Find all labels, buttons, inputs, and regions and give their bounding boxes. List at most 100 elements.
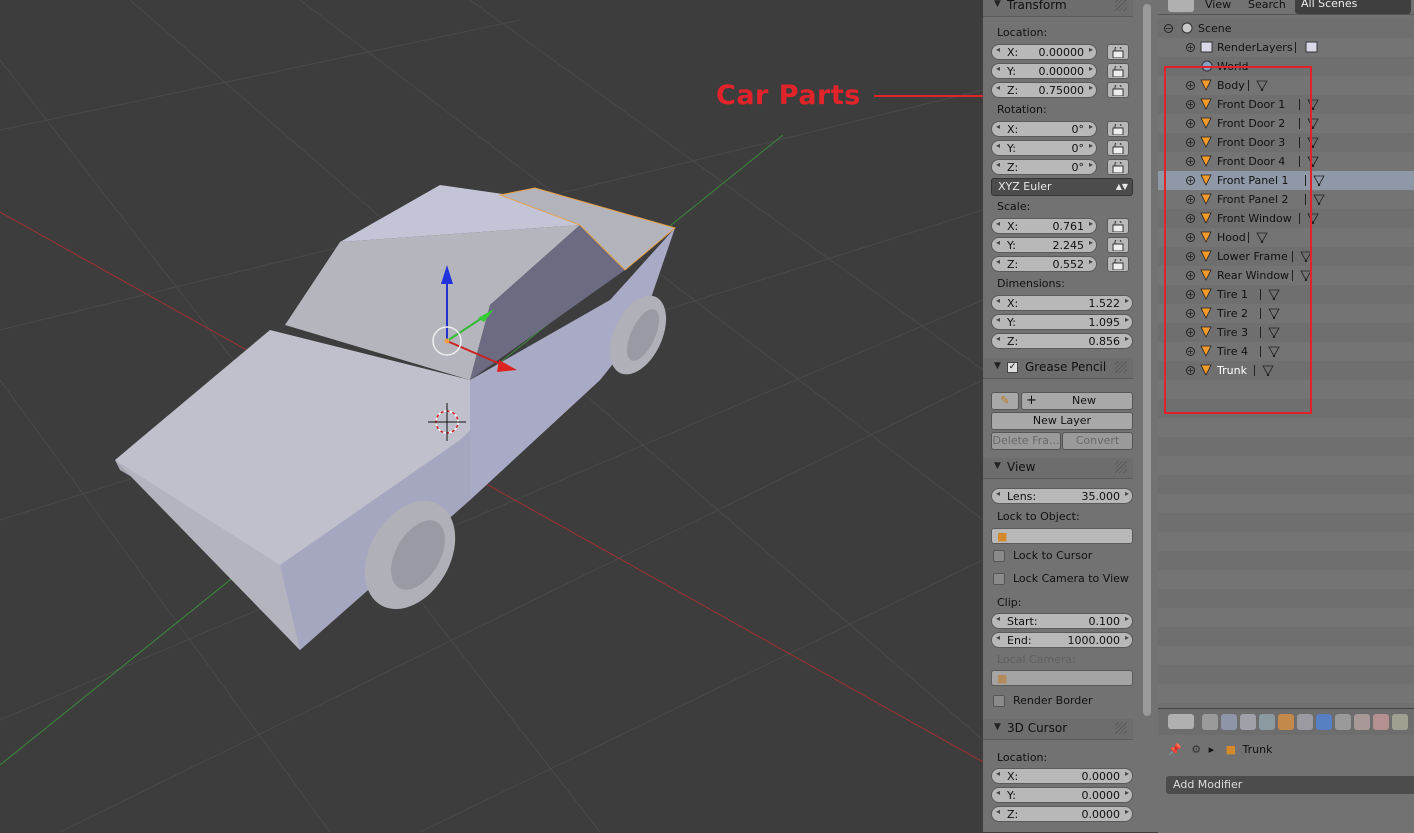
- editor-type-dropdown[interactable]: [1168, 714, 1194, 729]
- scrollbar-thumb[interactable]: [1143, 4, 1151, 716]
- lock-icon[interactable]: [1107, 256, 1129, 272]
- scale-z-field[interactable]: ◂ Z: 0.552 ▸: [991, 256, 1097, 272]
- particles-tab-icon[interactable]: [1392, 714, 1408, 730]
- outliner-empty-row: [1158, 475, 1414, 494]
- location-y-field[interactable]: ◂ Y: 0.00000 ▸: [991, 63, 1097, 79]
- pin-icon[interactable]: 📌: [1168, 743, 1182, 756]
- rotation-mode-dropdown[interactable]: XYZ Euler ▲▼: [991, 178, 1133, 196]
- object-cube-icon: ■: [997, 672, 1008, 685]
- drag-grip-icon[interactable]: [1115, 0, 1127, 11]
- outliner-empty-row: [1158, 589, 1414, 608]
- pencil-icon: ✎: [1000, 394, 1010, 407]
- lock-icon[interactable]: [1107, 140, 1129, 156]
- lock-icon[interactable]: [1107, 63, 1129, 79]
- grease-pencil-title: Grease Pencil: [1025, 360, 1107, 374]
- render-tab-icon[interactable]: [1202, 714, 1218, 730]
- lock-to-cursor-label: Lock to Cursor: [1013, 549, 1093, 562]
- dimensions-label: Dimensions:: [997, 277, 1065, 290]
- lock-camera-label: Lock Camera to View: [1013, 572, 1129, 585]
- data-tab-icon[interactable]: [1335, 714, 1351, 730]
- object-cube-icon: ■: [997, 530, 1008, 543]
- scale-x-field[interactable]: ◂ X: 0.761 ▸: [991, 218, 1097, 234]
- outliner-label: Scene: [1198, 22, 1232, 35]
- local-camera-field[interactable]: ■: [991, 670, 1133, 686]
- render-layers-icon: [1200, 40, 1214, 57]
- convert-button[interactable]: Convert: [1062, 432, 1133, 450]
- constraints-tab-icon[interactable]: [1297, 714, 1313, 730]
- lock-icon[interactable]: [1107, 82, 1129, 98]
- mesh-data-icon: [1313, 174, 1325, 189]
- rotation-x-field[interactable]: ◂ X: 0° ▸: [991, 121, 1097, 137]
- rotation-y-field[interactable]: ◂ Y: 0° ▸: [991, 140, 1097, 156]
- view-menu[interactable]: View: [1205, 0, 1231, 11]
- cursor-y-field[interactable]: ◂ Y: 0.0000 ▸: [991, 787, 1133, 803]
- car-parts-annotation: Car Parts: [716, 80, 861, 111]
- scale-y-field[interactable]: ◂ Y: 2.245 ▸: [991, 237, 1097, 253]
- scene-tab-icon[interactable]: [1240, 714, 1256, 730]
- local-camera-label: Local Camera:: [997, 653, 1076, 666]
- view-header[interactable]: ▼ View: [983, 458, 1133, 479]
- display-mode-dropdown[interactable]: All Scenes: [1295, 0, 1411, 14]
- lock-icon[interactable]: [1107, 121, 1129, 137]
- transform-header[interactable]: ▼ Transform: [983, 0, 1133, 17]
- lock-icon[interactable]: [1107, 218, 1129, 234]
- lock-to-object-label: Lock to Object:: [997, 510, 1080, 523]
- clip-end-field[interactable]: ◂ End: 1000.000 ▸: [991, 632, 1133, 648]
- car-parts-highlight-box: [1164, 66, 1312, 414]
- lock-icon[interactable]: [1107, 159, 1129, 175]
- dimension-y-field[interactable]: ◂ Y: 1.095 ▸: [991, 314, 1133, 330]
- world-tab-icon[interactable]: [1259, 714, 1275, 730]
- outliner-empty-row: [1158, 456, 1414, 475]
- render-border-label: Render Border: [1013, 694, 1093, 707]
- cursor-z-field[interactable]: ◂ Z: 0.0000 ▸: [991, 806, 1133, 822]
- new-layer-button[interactable]: New Layer: [991, 412, 1133, 430]
- outliner-rl-row[interactable]: + RenderLayers: [1158, 38, 1414, 57]
- rotation-z-field[interactable]: ◂ Z: 0° ▸: [991, 159, 1097, 175]
- collapse-icon[interactable]: −: [1164, 24, 1173, 33]
- drag-grip-icon[interactable]: [1115, 461, 1127, 473]
- view-title: View: [1007, 460, 1036, 474]
- clip-start-field[interactable]: ◂ Start: 0.100 ▸: [991, 613, 1133, 629]
- transform-title: Transform: [1007, 0, 1067, 12]
- add-modifier-dropdown[interactable]: Add Modifier: [1166, 776, 1414, 794]
- material-tab-icon[interactable]: [1354, 714, 1370, 730]
- outliner-header: View Search All Scenes: [1158, 0, 1414, 15]
- shelf-scrollbar[interactable]: [1139, 0, 1158, 832]
- texture-tab-icon[interactable]: [1373, 714, 1389, 730]
- outliner-scene-row[interactable]: − Scene: [1158, 19, 1414, 38]
- 3d-viewport[interactable]: Car Parts: [0, 0, 983, 832]
- chevron-right-icon: ▸: [1208, 743, 1215, 756]
- delete-frame-button[interactable]: Delete Fra...: [991, 432, 1061, 450]
- cursor-location-label: Location:: [997, 751, 1048, 764]
- lock-icon[interactable]: [1107, 237, 1129, 253]
- lock-object-field[interactable]: ■: [991, 528, 1133, 544]
- lock-icon[interactable]: [1107, 44, 1129, 60]
- dropdown-arrows-icon: ▲▼: [1115, 182, 1128, 191]
- modifiers-tab-icon[interactable]: [1316, 714, 1332, 730]
- properties-editor: 📌 ⚙ ▸ ■ Trunk Add Modifier: [1158, 708, 1414, 833]
- object-tab-icon[interactable]: [1278, 714, 1294, 730]
- grease-pencil-header[interactable]: ▼ ✓ Grease Pencil: [983, 358, 1133, 379]
- lock-camera-checkbox[interactable]: [993, 573, 1005, 585]
- expand-icon[interactable]: +: [1186, 43, 1195, 52]
- location-label: Location:: [997, 26, 1048, 39]
- cursor-x-field[interactable]: ◂ X: 0.0000 ▸: [991, 768, 1133, 784]
- 3d-cursor-header[interactable]: ▼ 3D Cursor: [983, 719, 1133, 740]
- dimension-x-field[interactable]: ◂ X: 1.522 ▸: [991, 295, 1133, 311]
- dimension-z-field[interactable]: ◂ Z: 0.856 ▸: [991, 333, 1133, 349]
- new-grease-button[interactable]: + New: [1021, 392, 1133, 410]
- render-border-checkbox[interactable]: [993, 695, 1005, 707]
- lock-to-cursor-checkbox[interactable]: [993, 550, 1005, 562]
- location-x-field[interactable]: ◂ X: 0.00000 ▸: [991, 44, 1097, 60]
- drag-grip-icon[interactable]: [1115, 361, 1127, 373]
- render-layer-icon: [1305, 40, 1319, 57]
- pencil-brush-dropdown[interactable]: ✎: [991, 392, 1019, 410]
- checkbox-checked-icon[interactable]: ✓: [1007, 362, 1018, 373]
- outliner-empty-row: [1158, 437, 1414, 456]
- location-z-field[interactable]: ◂ Z: 0.75000 ▸: [991, 82, 1097, 98]
- render-layers-tab-icon[interactable]: [1221, 714, 1237, 730]
- drag-grip-icon[interactable]: [1115, 722, 1127, 734]
- lens-field[interactable]: ◂ Lens: 35.000 ▸: [991, 488, 1133, 504]
- editor-type-dropdown[interactable]: [1168, 0, 1194, 12]
- search-menu[interactable]: Search: [1248, 0, 1286, 11]
